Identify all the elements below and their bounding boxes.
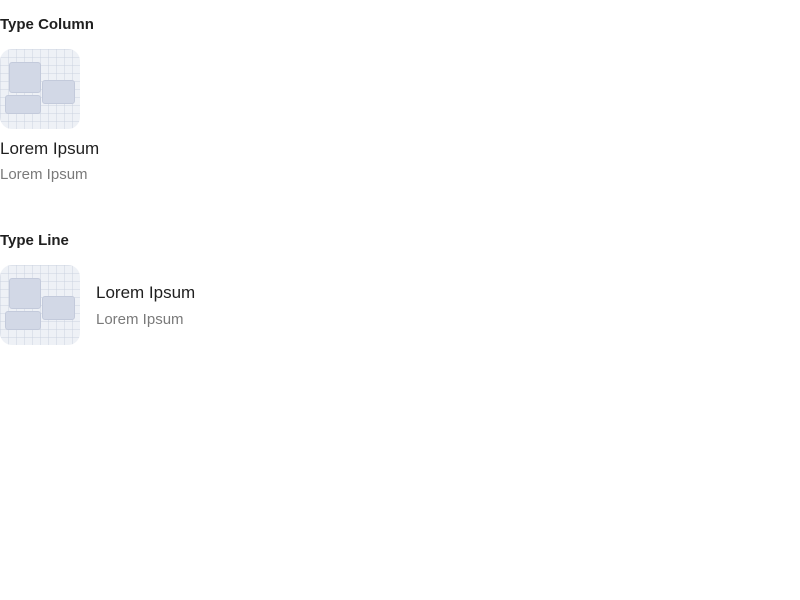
column-item-subtitle: Lorem Ipsum xyxy=(0,166,88,183)
line-item-thumbnail[interactable] xyxy=(0,265,80,345)
page: Type Column Lorem Ipsum Lorem Ipsum Type… xyxy=(0,0,800,600)
column-item-title: Lorem Ipsum xyxy=(0,139,100,158)
line-item-subtitle: Lorem Ipsum xyxy=(96,311,184,328)
line-item-title: Lorem Ipsum xyxy=(96,283,196,302)
column-item-thumbnail[interactable] xyxy=(0,49,80,129)
section-heading-type-column: Type Column xyxy=(0,16,94,33)
section-heading-type-line: Type Line xyxy=(0,232,69,249)
